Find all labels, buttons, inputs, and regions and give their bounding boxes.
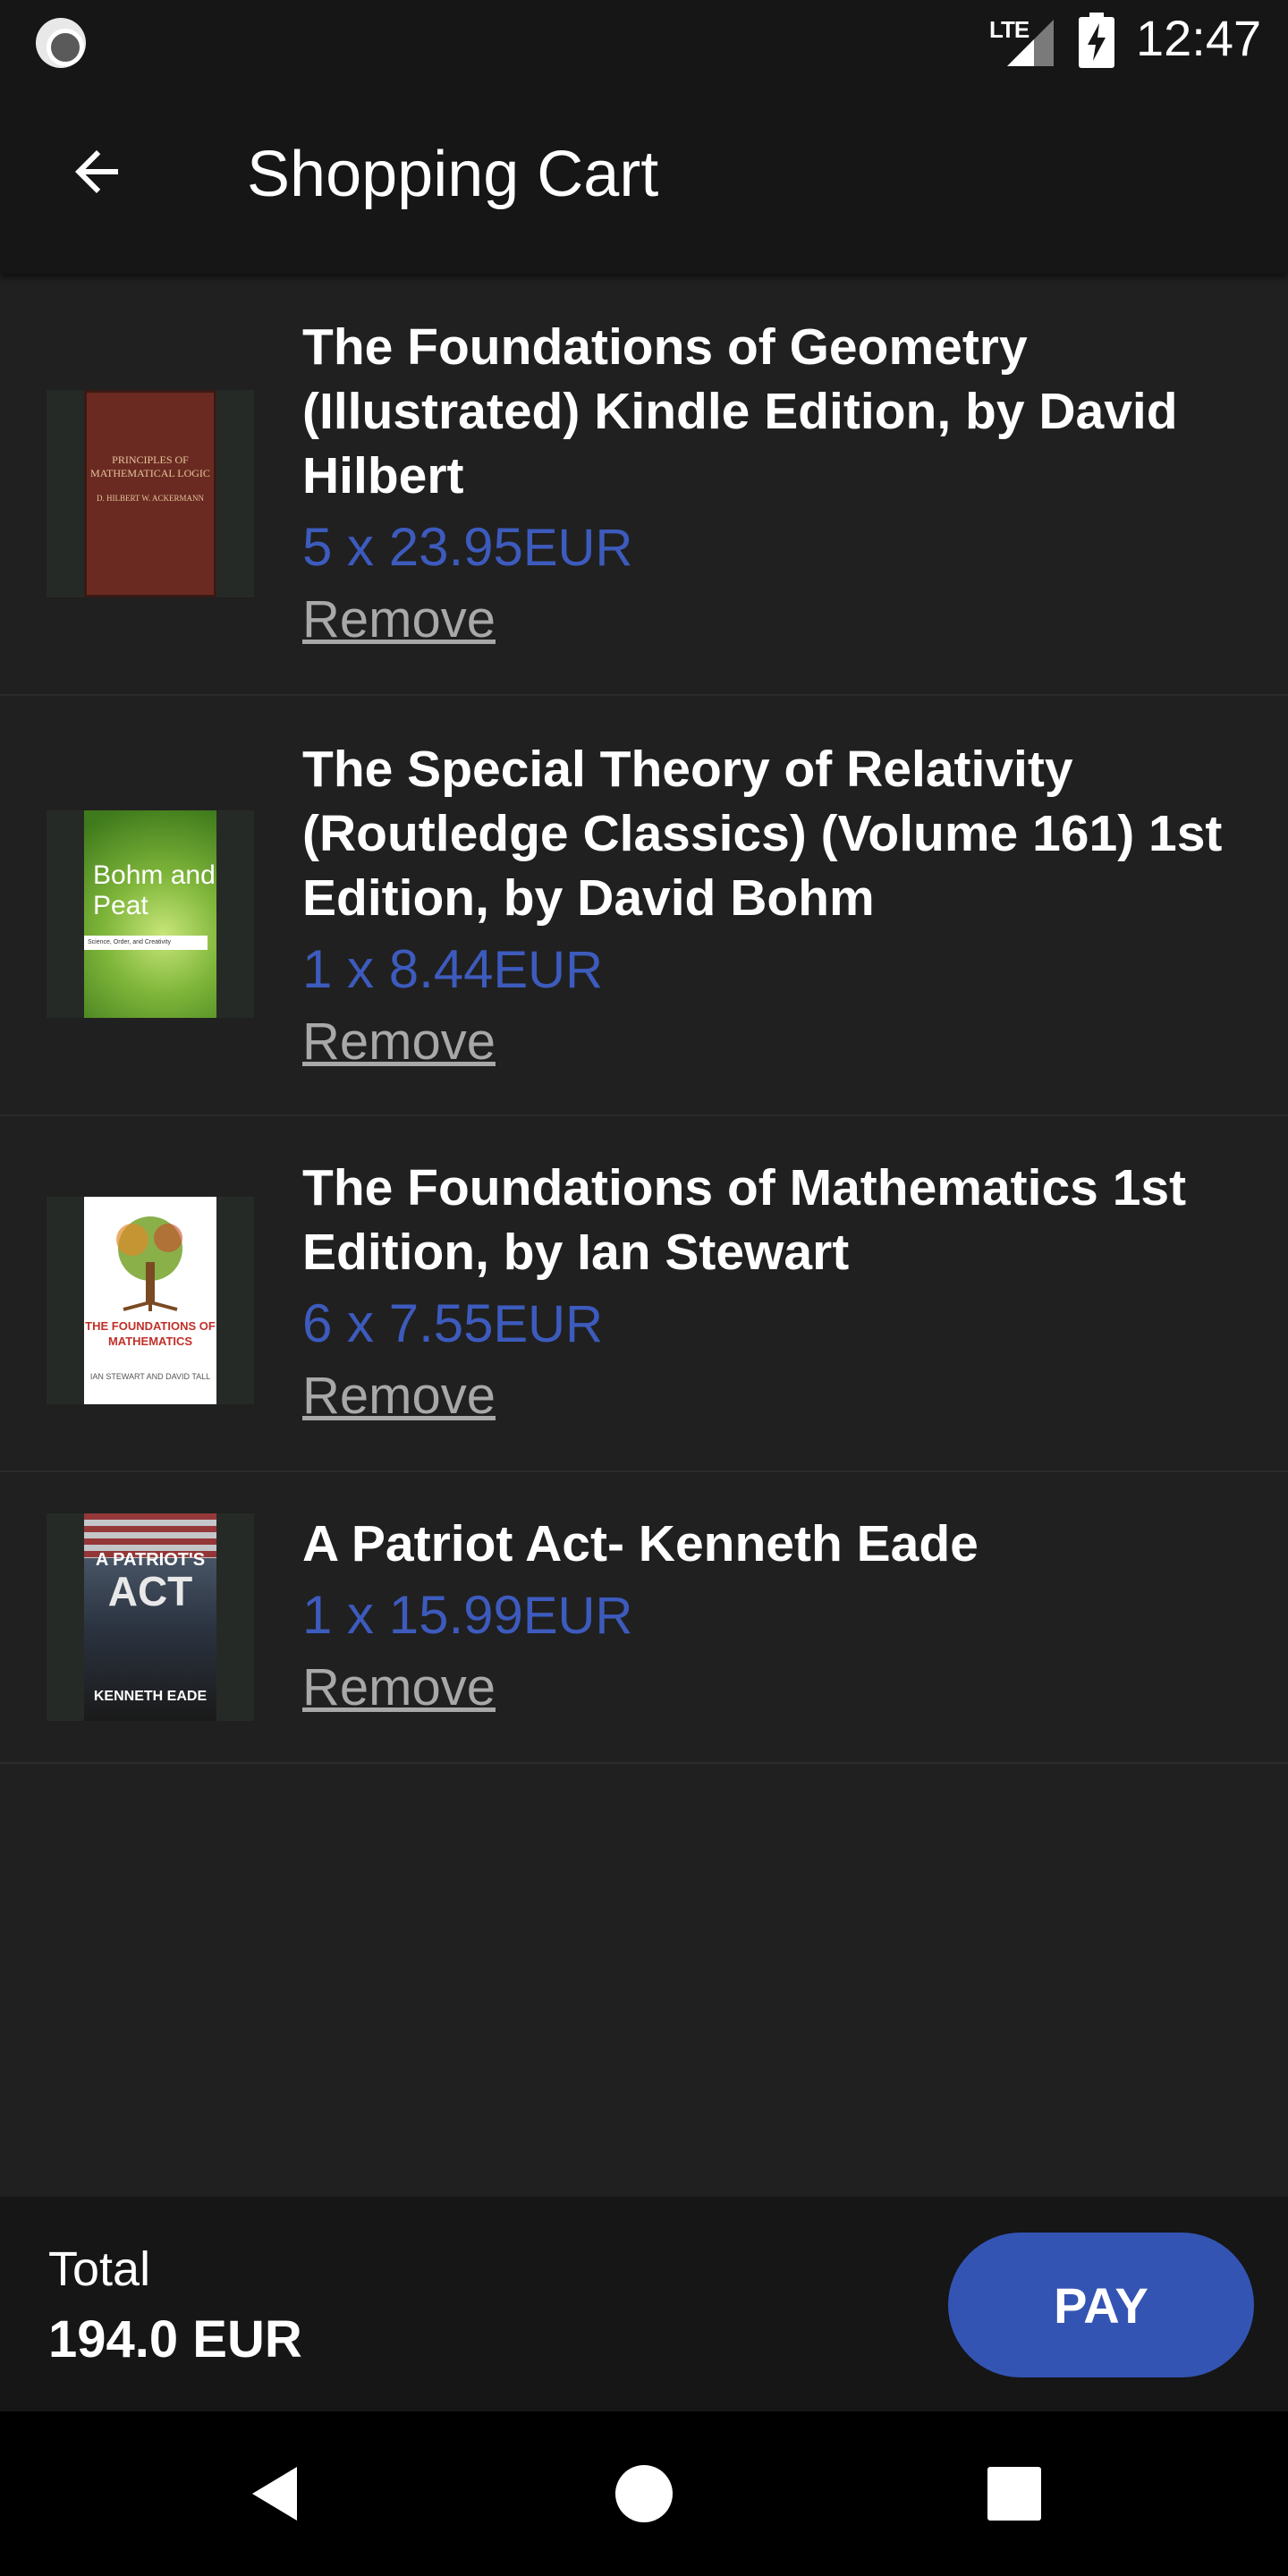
- nav-recents-icon[interactable]: [987, 2467, 1041, 2521]
- remove-link[interactable]: Remove: [302, 588, 496, 652]
- book-cover[interactable]: THE FOUNDATIONS OF MATHEMATICS IAN STEWA…: [47, 1197, 254, 1404]
- remove-link[interactable]: Remove: [302, 1656, 496, 1720]
- system-nav-bar: [0, 2411, 1288, 2576]
- cover-title: THE FOUNDATIONS OF MATHEMATICS: [85, 1319, 216, 1348]
- page-title: Shopping Cart: [247, 139, 659, 210]
- item-price: 5 x 23.95EUR: [302, 508, 1252, 588]
- cart-list: PRINCIPLES OF MATHEMATICAL LOGIC D. HILB…: [0, 274, 1288, 1764]
- nav-home-icon[interactable]: [615, 2465, 673, 2522]
- cover-title: PRINCIPLES OF MATHEMATICAL LOGIC: [90, 453, 210, 479]
- item-title: The Special Theory of Relativity (Routle…: [302, 741, 1223, 927]
- book-cover[interactable]: A PATRIOT'S ACT KENNETH EADE: [47, 1513, 254, 1721]
- notification-icon: [36, 18, 86, 68]
- book-cover-image: PRINCIPLES OF MATHEMATICAL LOGIC D. HILB…: [84, 390, 216, 597]
- cover-subtitle: Science, Order, and Creativity: [88, 939, 171, 945]
- item-unit-price: 7.55: [388, 1293, 494, 1353]
- item-currency: EUR: [522, 519, 633, 577]
- cover-title-main: ACT: [107, 1568, 193, 1614]
- cover-authors: D. HILBERT W. ACKERMANN: [96, 494, 205, 503]
- item-title: The Foundations of Geometry (Illustrated…: [302, 318, 1178, 504]
- item-quantity: 6 x: [302, 1293, 389, 1353]
- book-cover-image: Bohm and Peat Science, Order, and Creati…: [84, 810, 216, 1018]
- item-price: 1 x 8.44EUR: [302, 930, 1252, 1010]
- tree-illustration: [116, 1216, 182, 1311]
- item-currency: EUR: [493, 941, 603, 999]
- book-cover[interactable]: PRINCIPLES OF MATHEMATICAL LOGIC D. HILB…: [47, 390, 254, 597]
- item-unit-price: 23.95: [388, 517, 523, 577]
- clock: 12:47: [1136, 10, 1262, 66]
- item-title: The Foundations of Mathematics 1st Editi…: [302, 1159, 1187, 1281]
- back-button[interactable]: [54, 129, 140, 215]
- item-title: A Patriot Act- Kenneth Eade: [302, 1515, 979, 1572]
- cart-item: A PATRIOT'S ACT KENNETH EADE A Patriot A…: [0, 1472, 1288, 1764]
- remove-link[interactable]: Remove: [302, 1364, 496, 1428]
- cart-item: Bohm and Peat Science, Order, and Creati…: [0, 696, 1288, 1116]
- signal-icon: [1007, 20, 1054, 66]
- arrow-back-icon: [75, 150, 118, 193]
- item-unit-price: 15.99: [388, 1585, 523, 1645]
- item-price: 6 x 7.55EUR: [302, 1284, 1252, 1364]
- cover-title: Bohm and Peat: [93, 860, 216, 920]
- total-value: 194.0 EUR: [48, 2310, 302, 2368]
- item-quantity: 5 x: [302, 517, 389, 577]
- cart-item: PRINCIPLES OF MATHEMATICAL LOGIC D. HILB…: [0, 274, 1288, 696]
- cover-subtitle-band: Science, Order, and Creativity: [84, 936, 208, 950]
- book-cover-image: THE FOUNDATIONS OF MATHEMATICS IAN STEWA…: [84, 1197, 216, 1404]
- status-bar: LTE 12:47: [0, 0, 1288, 82]
- remove-link[interactable]: Remove: [302, 1010, 496, 1074]
- app-bar: Shopping Cart: [0, 82, 1288, 274]
- pay-button[interactable]: PAY: [948, 2233, 1254, 2377]
- cover-authors: IAN STEWART AND DAVID TALL: [89, 1372, 211, 1381]
- item-currency: EUR: [522, 1587, 633, 1645]
- battery-charging-icon: [1079, 13, 1114, 68]
- total-label: Total: [48, 2242, 151, 2296]
- item-unit-price: 8.44: [388, 939, 494, 999]
- total-bar: Total 194.0 EUR PAY: [0, 2197, 1288, 2411]
- nav-back-icon[interactable]: [242, 2458, 313, 2529]
- book-cover[interactable]: Bohm and Peat Science, Order, and Creati…: [47, 810, 254, 1018]
- item-quantity: 1 x: [302, 939, 389, 999]
- item-currency: EUR: [493, 1295, 603, 1353]
- book-cover-image: A PATRIOT'S ACT KENNETH EADE: [84, 1513, 216, 1721]
- item-quantity: 1 x: [302, 1585, 389, 1645]
- item-price: 1 x 15.99EUR: [302, 1576, 1252, 1656]
- cover-author: KENNETH EADE: [93, 1689, 208, 1704]
- cart-item: THE FOUNDATIONS OF MATHEMATICS IAN STEWA…: [0, 1116, 1288, 1472]
